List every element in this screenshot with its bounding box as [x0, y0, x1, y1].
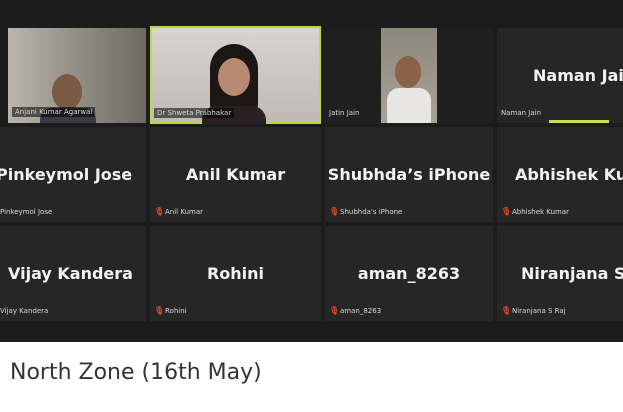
active-speaker-indicator: [549, 120, 609, 123]
participant-display-name: Naman Jain: [533, 66, 623, 85]
participant-name-label: Anjani Kumar Agarwal: [12, 107, 96, 117]
participant-display-name: Abhishek Kumar: [515, 165, 623, 184]
participant-tile-video[interactable]: Anjani Kumar Agarwal: [8, 28, 146, 123]
participant-tile[interactable]: Vijay Kandera Vijay Kandera: [0, 226, 146, 321]
participant-tile[interactable]: Abhishek Kumar 🎙Abhishek Kumar: [497, 127, 623, 222]
participant-tile[interactable]: Naman Jain Naman Jain: [497, 28, 623, 123]
participant-tile[interactable]: Rohini 🎙 Rohini: [150, 226, 321, 321]
participant-display-name: Niranjana S Raj: [521, 264, 623, 283]
image-caption: North Zone (16th May): [10, 360, 262, 385]
participant-display-name: Anil Kumar: [185, 165, 286, 184]
participant-body: [387, 88, 431, 123]
muted-mic-icon: 🎙: [501, 306, 512, 315]
participant-name-label: Jatin Jain: [329, 109, 360, 117]
participant-tile[interactable]: Shubhda’s iPhone 🎙 Shubhda's iPhone: [325, 127, 493, 222]
participant-display-name: Pinkeymol Jose: [0, 165, 133, 184]
participant-tile[interactable]: Niranjana S Raj 🎙Niranjana S Raj: [497, 226, 623, 321]
participant-name-label: Naman Jain: [501, 109, 542, 117]
participant-tile-video[interactable]: Jatin Jain: [325, 28, 493, 123]
participant-name-label: 🎙 Abhishek Kumar: [501, 207, 569, 217]
participant-name-label: 🎙 Anil Kumar: [154, 207, 204, 217]
participant-tile[interactable]: aman_8263 🎙 aman_8263: [325, 226, 493, 321]
meeting-gallery-view: Anjani Kumar Agarwal Dr Shweta Prabhakar…: [0, 0, 623, 342]
participant-display-name: aman_8263: [357, 264, 461, 283]
participant-face: [52, 74, 82, 110]
participant-display-name: Rohini: [206, 264, 265, 283]
participant-name-label: Vijay Kandera: [0, 307, 49, 315]
participant-name-label: Dr Shweta Prabhakar: [154, 108, 235, 118]
participant-display-name: Shubhda’s iPhone: [327, 165, 491, 184]
participant-display-name: Vijay Kandera: [8, 264, 133, 283]
muted-mic-icon: 🎙: [154, 306, 165, 315]
participant-name-label: 🎙 Niranjana S Raj: [501, 306, 566, 316]
muted-mic-icon: 🎙: [501, 207, 512, 216]
participant-face: [395, 56, 421, 88]
participant-name-label: 🎙 Rohini: [154, 306, 187, 316]
participant-tile-active-speaker[interactable]: Dr Shweta Prabhakar: [150, 26, 321, 124]
participant-tile[interactable]: Anil Kumar 🎙 Anil Kumar: [150, 127, 321, 222]
muted-mic-icon: 🎙: [329, 306, 340, 315]
participant-name-label: 🎙 Shubhda's iPhone: [329, 207, 403, 217]
participant-name-label: 🎙 aman_8263: [329, 306, 382, 316]
participant-face: [218, 58, 250, 96]
muted-mic-icon: 🎙: [329, 207, 340, 216]
muted-mic-icon: 🎙: [154, 207, 165, 216]
participant-name-label: Pinkeymol Jose: [0, 208, 53, 216]
participant-tile[interactable]: Pinkeymol Jose Pinkeymol Jose: [0, 127, 146, 222]
